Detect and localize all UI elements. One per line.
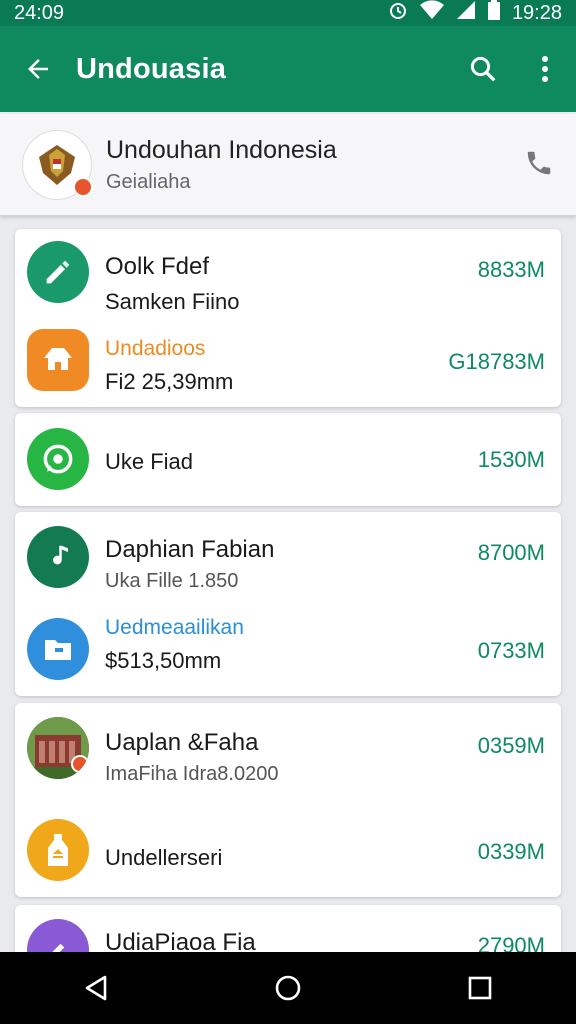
contact-name: Undouhan Indonesia	[106, 135, 337, 164]
item-size: 1530M	[477, 447, 545, 472]
system-nav-bar	[0, 952, 576, 1024]
item-subtitle: $513,50mm	[105, 648, 222, 673]
file-card: Daphian Fabian Uka Fille 1.850 8700M Ued…	[15, 512, 561, 696]
nav-back-button[interactable]	[56, 952, 136, 1024]
more-vert-icon	[542, 56, 548, 82]
signal-icon	[456, 0, 476, 26]
pen-icon	[27, 241, 89, 303]
item-title: Undadioos	[105, 337, 206, 360]
wifi-icon	[419, 0, 444, 26]
back-button[interactable]	[0, 26, 76, 112]
contact-header[interactable]: Undouhan Indonesia Geialiaha	[0, 114, 576, 216]
status-time-left: 24:09	[14, 1, 65, 24]
list-item[interactable]: Uaplan &Faha ImaFiha Idra8.0200 0359M	[15, 703, 561, 799]
triangle-back-icon	[85, 975, 107, 1001]
file-card: Uke Fiad 1530M	[15, 413, 561, 506]
folder-icon	[27, 618, 89, 680]
list-item[interactable]: Oolk Fdef Samken Fiino 8833M	[15, 229, 561, 319]
item-size: 0339M	[477, 839, 545, 864]
circle-home-icon	[275, 975, 301, 1001]
search-button[interactable]	[452, 26, 514, 112]
item-title: Daphian Fabian	[105, 536, 275, 563]
item-title: Oolk Fdef	[105, 253, 210, 280]
arrow-back-icon	[28, 59, 48, 79]
file-card: Uaplan &Faha ImaFiha Idra8.0200 0359M Un…	[15, 703, 561, 897]
phone-call-button[interactable]	[524, 148, 554, 183]
battery-icon	[487, 0, 500, 26]
search-icon	[470, 56, 496, 82]
list-item[interactable]: Uedmeaailikan $513,50mm 0733M	[15, 604, 561, 696]
phone-icon	[527, 151, 551, 175]
item-subtitle: Samken Fiino	[105, 289, 240, 314]
item-size: G18783M	[448, 349, 545, 374]
music-note-icon	[27, 526, 89, 588]
whatsapp-icon	[27, 428, 89, 490]
item-subtitle: Fi2 25,39mm	[105, 369, 234, 394]
contact-subtitle: Geialiaha	[106, 170, 191, 193]
item-badge	[71, 755, 89, 773]
item-title: Undellerseri	[105, 845, 223, 870]
item-size: 0359M	[477, 733, 545, 758]
avatar[interactable]	[22, 129, 93, 200]
file-card: Oolk Fdef Samken Fiino 8833M Undadioos F…	[15, 229, 561, 407]
page-title: Undouasia	[76, 52, 227, 85]
nav-home-button[interactable]	[248, 952, 328, 1024]
shirt-icon	[27, 329, 89, 391]
item-size: 0733M	[477, 638, 545, 663]
building-photo-icon	[27, 717, 89, 779]
item-title: Uaplan &Faha	[105, 729, 259, 756]
app-bar: Undouasia	[0, 26, 576, 112]
avatar-badge	[73, 176, 93, 197]
bottle-icon	[27, 819, 89, 881]
item-size: 8833M	[477, 257, 545, 282]
item-title: Uedmeaailikan	[105, 616, 244, 639]
list-item[interactable]: Uke Fiad 1530M	[15, 413, 561, 506]
list-item[interactable]: Undellerseri 0339M	[15, 799, 561, 897]
alarm-icon	[388, 0, 408, 26]
status-time-right: 19:28	[511, 1, 562, 24]
status-bar: 24:09 19:28	[0, 0, 576, 26]
list-item[interactable]: Undadioos Fi2 25,39mm G18783M	[15, 319, 561, 407]
square-recents-icon	[468, 976, 492, 1000]
list-item[interactable]: Daphian Fabian Uka Fille 1.850 8700M	[15, 512, 561, 604]
item-title: Uke Fiad	[105, 449, 194, 474]
item-subtitle: ImaFiha Idra8.0200	[105, 763, 279, 785]
more-options-button[interactable]	[514, 26, 576, 112]
item-size: 8700M	[477, 540, 545, 565]
nav-recents-button[interactable]	[440, 952, 520, 1024]
item-subtitle: Uka Fille 1.850	[105, 570, 239, 592]
